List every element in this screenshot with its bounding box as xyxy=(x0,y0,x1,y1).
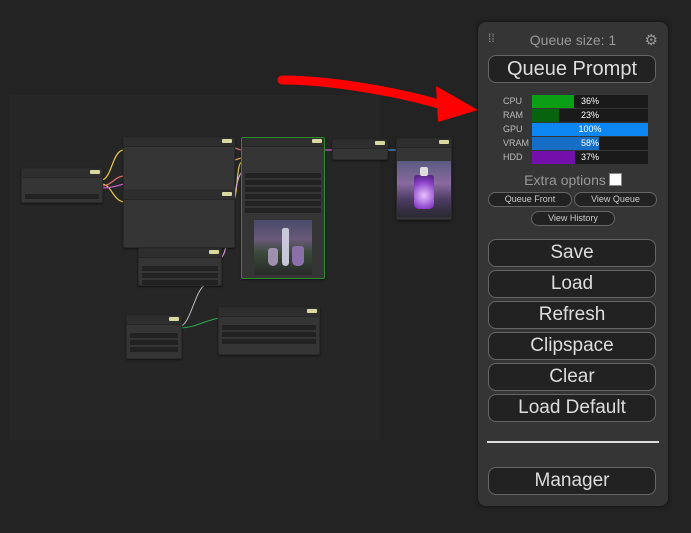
stat-cpu: CPU 36% xyxy=(501,95,651,109)
resource-monitor: CPU 36% RAM 23% GPU 100% VRAM 58% HDD 37% xyxy=(501,95,651,165)
queue-size-label: Queue size: 1 xyxy=(529,32,617,48)
stat-hdd: HDD 37% xyxy=(501,151,651,165)
stat-label: RAM xyxy=(503,110,523,120)
stat-label: CPU xyxy=(503,96,523,106)
stat-percent: 37% xyxy=(580,152,599,162)
stat-label: HDD xyxy=(503,152,523,162)
load-button[interactable]: Load xyxy=(488,270,656,298)
clear-button[interactable]: Clear xyxy=(488,363,656,391)
stat-label: VRAM xyxy=(503,138,530,148)
stat-percent: 100% xyxy=(578,124,602,134)
stat-percent: 58% xyxy=(580,138,599,148)
stat-bar: 37% xyxy=(532,151,648,164)
refresh-button[interactable]: Refresh xyxy=(488,301,656,329)
stat-bar: 36% xyxy=(532,95,648,108)
extra-options-checkbox[interactable] xyxy=(608,173,622,186)
comfy-menu-panel: ⁞⁞ Queue size: 1 ⚙ Queue Prompt CPU 36% RA… xyxy=(478,22,668,506)
menu-divider xyxy=(487,441,659,443)
load-default-button[interactable]: Load Default xyxy=(488,394,656,422)
view-queue-button[interactable]: View Queue xyxy=(574,192,657,207)
stat-bar: 58% xyxy=(532,137,648,150)
stat-ram: RAM 23% xyxy=(501,109,651,123)
gear-icon[interactable]: ⚙ xyxy=(645,31,658,49)
queue-front-button[interactable]: Queue Front xyxy=(488,192,572,207)
stat-percent: 36% xyxy=(580,96,599,106)
queue-prompt-button[interactable]: Queue Prompt xyxy=(488,55,656,83)
stat-bar: 23% xyxy=(532,109,648,122)
stat-gpu: GPU 100% xyxy=(501,123,651,137)
manager-button[interactable]: Manager xyxy=(488,467,656,495)
stat-label: GPU xyxy=(503,124,523,134)
stat-percent: 23% xyxy=(580,110,599,120)
stat-vram: VRAM 58% xyxy=(501,137,651,151)
stat-bar: 100% xyxy=(532,123,648,136)
view-history-button[interactable]: View History xyxy=(531,211,615,226)
save-button[interactable]: Save xyxy=(488,239,656,267)
extra-options: Extra options xyxy=(478,172,668,188)
extra-options-label: Extra options xyxy=(524,172,606,188)
clipspace-button[interactable]: Clipspace xyxy=(488,332,656,360)
